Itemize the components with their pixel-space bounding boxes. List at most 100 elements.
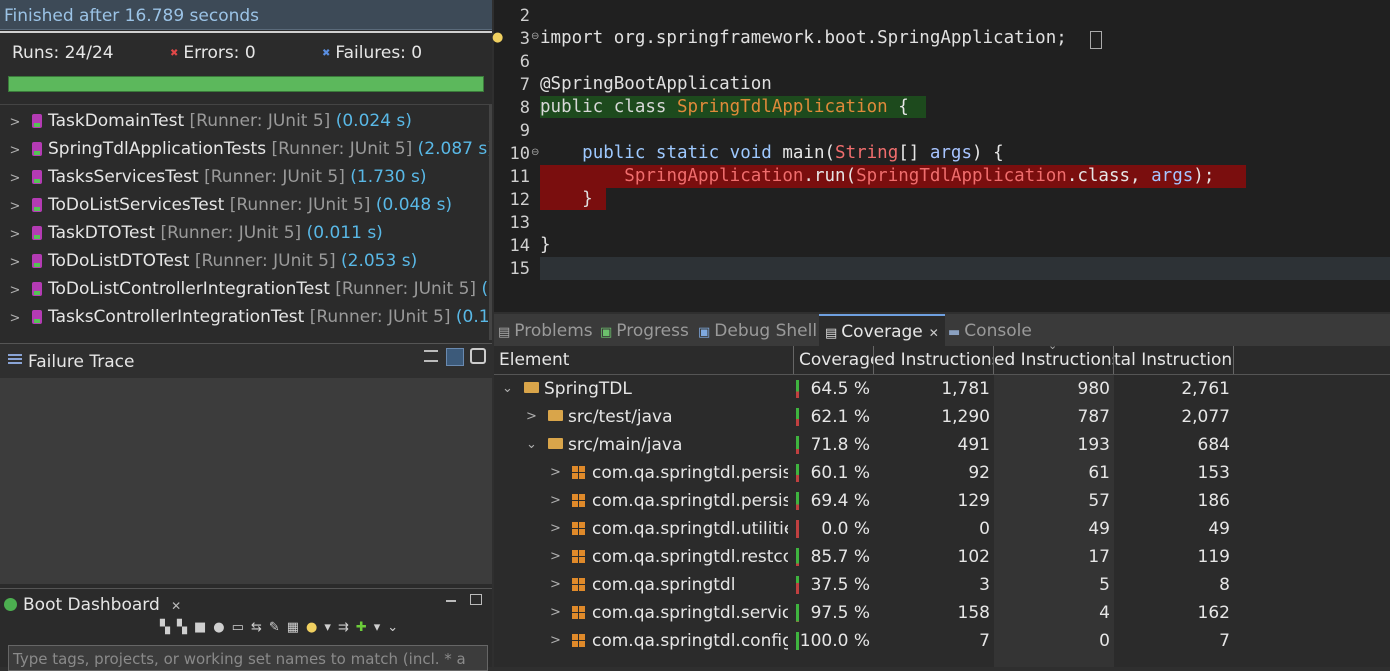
compare-result-icon[interactable] [446,348,464,366]
test-row[interactable]: > TaskDomainTest [Runner: JUnit 5] (0.024… [0,107,490,135]
tab-coverage[interactable]: ▤ Coverage ✕ [819,314,945,348]
boot-dashboard-tab[interactable]: Boot Dashboard ✕ [4,592,181,618]
console-icon[interactable]: ▭ [232,620,251,635]
coverage-row[interactable]: > com.qa.springtdl.persistal 60.1 % 92 61 153 [494,459,1390,487]
test-row[interactable]: > ToDoListDTOTest [Runner: JUnit 5] (2.05… [0,247,490,275]
code-text: .class, [1066,166,1152,186]
chevron-right-icon[interactable]: > [550,627,561,655]
cell-coverage: 37.5 % [810,575,870,595]
restart-icon[interactable]: ● [213,620,231,635]
cell-missed: 0 [1099,631,1110,651]
coverage-row[interactable]: > com.qa.springtdl.services 97.5 % 158 4 162 [494,599,1390,627]
test-suite-icon [32,226,42,240]
chevron-right-icon[interactable]: > [4,221,26,247]
column-covered-instructions[interactable]: ed Instructions [874,346,994,374]
coverage-row[interactable]: > com.qa.springtdl.restcont 85.7 % 102 17 119 [494,543,1390,571]
cell-total: 8 [1219,575,1230,595]
test-row[interactable]: > SpringTdlApplicationTests [Runner: JUni… [0,135,490,163]
coverage-row[interactable]: > com.qa.springtdl.utilities 0.0 % 0 49 49 [494,515,1390,543]
code-line-close: } [540,235,551,255]
test-row[interactable]: > TasksServicesTest [Runner: JUnit 5] (1.… [0,163,490,191]
properties-icon[interactable]: ▦ [287,620,306,635]
fold-icon[interactable]: ⊖ [531,31,539,42]
chevron-right-icon[interactable]: > [550,543,561,571]
cell-total: 153 [1197,463,1230,483]
chevron-right-icon[interactable]: > [4,277,26,303]
minimize-icon[interactable] [446,600,456,602]
tab-console[interactable]: ▬ Console [948,318,1032,344]
chevron-right-icon[interactable]: > [550,487,561,515]
coverage-row[interactable]: > src/test/java 62.1 % 1,290 787 2,077 [494,403,1390,431]
link-icon[interactable]: ⇆ [251,620,269,635]
coverage-row[interactable]: ⌄ SpringTDL 64.5 % 1,781 980 2,761 [494,375,1390,403]
element-name: com.qa.springtdl.config [592,631,788,651]
debug-icon[interactable]: ▚ [177,620,194,635]
cell-covered: 0 [979,519,990,539]
chevron-down-icon[interactable]: ⌄ [387,620,405,635]
element-name: com.qa.springtdl.restcont [592,547,788,567]
test-row[interactable]: > TaskDTOTest [Runner: JUnit 5] (0.011 s) [0,219,490,247]
chevron-right-icon[interactable]: > [4,305,26,331]
boot-filter-input[interactable]: Type tags, projects, or working set name… [8,645,488,671]
fold-icon[interactable]: ⊖ [531,147,539,158]
add-icon[interactable]: ✚ [356,620,374,635]
edit-icon[interactable]: ✎ [269,620,287,635]
chevron-right-icon[interactable]: > [4,193,26,219]
coverage-row[interactable]: > com.qa.springtdl 37.5 % 3 5 8 [494,571,1390,599]
code-line-import: import org.springframework.boot.SpringAp… [540,28,1067,48]
chevron-down-icon[interactable]: ⌄ [526,431,537,459]
cell-coverage: 85.7 % [810,547,870,567]
coverage-row[interactable]: > com.qa.springtdl.persistal 69.4 % 129 57 18… [494,487,1390,515]
column-element[interactable]: Element [494,346,794,374]
cell-covered: 92 [968,463,990,483]
menu-icon[interactable]: ▾ [374,620,388,635]
dropdown-icon[interactable]: ▾ [324,620,338,635]
test-row[interactable]: > TasksControllerIntegrationTest [Runner:… [0,303,490,331]
lightbulb-icon[interactable]: ● [492,30,503,45]
chevron-right-icon[interactable]: > [4,165,26,191]
coverage-icon: ▤ [825,326,838,341]
chevron-right-icon[interactable]: > [526,403,537,431]
chevron-right-icon[interactable]: > [550,515,561,543]
test-name: TasksControllerIntegrationTest [48,307,305,327]
column-coverage[interactable]: Coverage [794,346,874,374]
chevron-right-icon[interactable]: > [550,459,561,487]
test-tree-scrollbar[interactable] [489,104,492,340]
line-number: 10 [509,144,530,164]
test-row[interactable]: > ToDoListControllerIntegrationTest [Runn… [0,275,490,303]
chevron-down-icon[interactable]: ⌄ [502,375,513,403]
chevron-right-icon[interactable]: > [4,249,26,275]
maximize-icon[interactable] [470,594,482,605]
stop-icon[interactable]: ■ [194,620,213,635]
chevron-right-icon[interactable]: > [550,599,561,627]
cell-missed: 61 [1088,463,1110,483]
test-name: ToDoListServicesTest [48,195,225,215]
line-number: 7 [519,75,530,95]
test-tree: > TaskDomainTest [Runner: JUnit 5] (0.024… [0,104,490,341]
folded-marker-icon[interactable] [1090,31,1102,49]
deploy-icon[interactable]: ⇉ [338,620,356,635]
close-icon[interactable]: ✕ [929,326,939,340]
code-class-name: SpringApplication [624,166,804,186]
filter-stack-icon[interactable] [424,350,438,362]
tab-debug-shell[interactable]: ▣ Debug Shell [698,318,817,344]
cell-covered: 158 [957,603,990,623]
code-line-main: public static void main(String[] args) { [540,143,1003,163]
start-icon[interactable]: ▚ [160,620,177,635]
chevron-right-icon[interactable]: > [550,571,561,599]
junit-stats: Runs: 24/24 ✖ Errors: 0 ✖ Failures: 0 [0,31,492,101]
tab-problems[interactable]: ▤ Problems [498,318,593,344]
test-runner: [Runner: JUnit 5] [189,111,331,131]
column-total-instructions[interactable]: tal Instructions [1114,346,1234,374]
coverage-row[interactable]: ⌄ src/main/java 71.8 % 491 193 684 [494,431,1390,459]
copy-trace-icon[interactable] [470,348,486,364]
close-icon[interactable]: ✕ [171,599,181,613]
bulb-icon[interactable]: ● [306,620,324,635]
test-row[interactable]: > ToDoListServicesTest [Runner: JUnit 5] … [0,191,490,219]
tab-progress[interactable]: ▣ Progress [600,318,689,344]
coverage-row[interactable]: > com.qa.springtdl.config 100.0 % 7 0 7 [494,627,1390,655]
chevron-right-icon[interactable]: > [4,109,26,135]
chevron-right-icon[interactable]: > [4,137,26,163]
code-line-run: SpringApplication.run(SpringTdlApplicati… [540,166,1214,186]
runs-count: Runs: 24/24 [12,43,114,63]
